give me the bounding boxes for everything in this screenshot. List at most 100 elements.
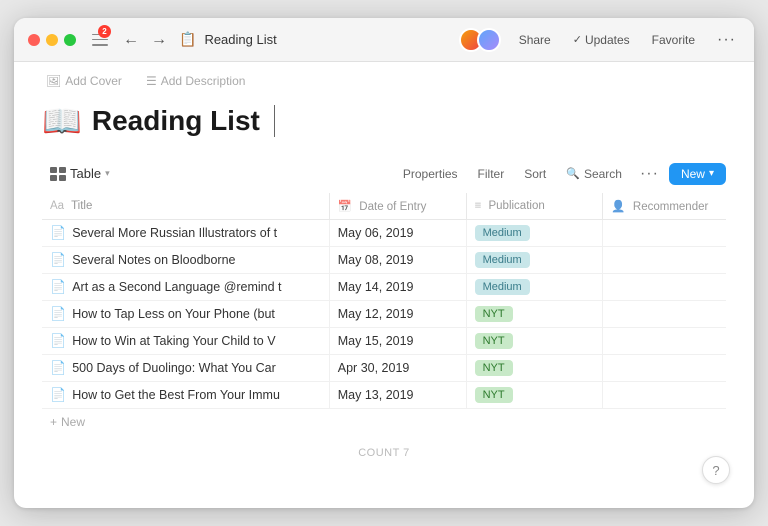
add-description-label: Add Description (161, 74, 246, 88)
view-selector-button[interactable]: Table ▾ (42, 162, 118, 185)
count-label: COUNT (358, 447, 399, 459)
close-button[interactable] (28, 34, 40, 46)
window-title: Reading List (204, 32, 276, 47)
updates-button[interactable]: ✓ Updates (569, 31, 634, 49)
add-cover-button[interactable]: 🖼 Add Cover (42, 72, 126, 90)
col-header-title: Aa Title (42, 193, 329, 220)
document-icon: 📄 (50, 279, 66, 295)
table-header-row: Aa Title 📅 Date of Entry ≡ Publication (42, 193, 726, 220)
cell-title: 📄 Several Notes on Bloodborne (42, 247, 329, 274)
document-icon: 📄 (50, 306, 66, 322)
publication-badge: Medium (475, 225, 530, 241)
table-icon (50, 167, 66, 181)
chevron-down-icon: ▾ (105, 168, 110, 179)
date-value: May 06, 2019 (338, 226, 414, 240)
document-icon: 📄 (50, 387, 66, 403)
title-value: How to Tap Less on Your Phone (but (72, 307, 275, 321)
toolbar-right: Properties Filter Sort 🔍 Search ··· New (395, 163, 726, 185)
add-meta-bar: 🖼 Add Cover ☰ Add Description (42, 62, 726, 94)
title-value: How to Win at Taking Your Child to V (72, 334, 275, 348)
more-views-button[interactable]: ··· (634, 163, 665, 185)
table-row[interactable]: 📄 Several More Russian Illustrators of t… (42, 220, 726, 247)
date-value: Apr 30, 2019 (338, 361, 410, 375)
publication-badge: NYT (475, 333, 513, 349)
question-mark-icon: ? (712, 463, 719, 478)
publication-badge: NYT (475, 360, 513, 376)
cell-recommender (603, 274, 726, 301)
cell-recommender (603, 247, 726, 274)
table-row[interactable]: 📄 Art as a Second Language @remind t May… (42, 274, 726, 301)
cell-date: May 12, 2019 (329, 301, 466, 328)
cell-date: May 08, 2019 (329, 247, 466, 274)
cell-date: May 15, 2019 (329, 328, 466, 355)
cell-publication: NYT (466, 355, 603, 382)
more-options-button[interactable]: ··· (713, 29, 740, 51)
cell-title: 📄 500 Days of Duolingo: What You Car (42, 355, 329, 382)
cell-recommender (603, 220, 726, 247)
search-button[interactable]: 🔍 Search (558, 163, 630, 185)
table-row[interactable]: 📄 500 Days of Duolingo: What You Car Apr… (42, 355, 726, 382)
add-new-row-button[interactable]: + New (42, 409, 726, 435)
maximize-button[interactable] (64, 34, 76, 46)
title-value: Art as a Second Language @remind t (72, 280, 281, 294)
view-selector-label: Table (70, 166, 101, 181)
favorite-button[interactable]: Favorite (648, 31, 699, 49)
image-icon: 🖼 (46, 74, 61, 88)
page-emoji: 📖 (42, 102, 82, 140)
cell-recommender (603, 328, 726, 355)
cell-date: May 13, 2019 (329, 382, 466, 409)
window-title-icon: 📋 (179, 31, 196, 48)
date-value: May 12, 2019 (338, 307, 414, 321)
add-description-button[interactable]: ☰ Add Description (142, 72, 249, 90)
avatar-group (459, 28, 501, 52)
publication-badge: Medium (475, 252, 530, 268)
col-header-publication: ≡ Publication (466, 193, 603, 220)
page-title-area: 📖 Reading List (42, 94, 726, 158)
table-row[interactable]: 📄 Several Notes on Bloodborne May 08, 20… (42, 247, 726, 274)
cell-date: Apr 30, 2019 (329, 355, 466, 382)
updates-label: Updates (585, 33, 630, 47)
sort-label: Sort (524, 167, 546, 181)
cell-publication: Medium (466, 247, 603, 274)
help-button[interactable]: ? (702, 456, 730, 484)
col-header-date: 📅 Date of Entry (329, 193, 466, 220)
sort-button[interactable]: Sort (516, 163, 554, 185)
title-value: Several Notes on Bloodborne (72, 253, 235, 267)
share-label: Share (519, 33, 551, 47)
cell-date: May 06, 2019 (329, 220, 466, 247)
minimize-button[interactable] (46, 34, 58, 46)
text-icon: ☰ (146, 74, 157, 88)
cell-title: 📄 How to Tap Less on Your Phone (but (42, 301, 329, 328)
cell-title: 📄 Art as a Second Language @remind t (42, 274, 329, 301)
cell-publication: NYT (466, 301, 603, 328)
notification-badge: 2 (98, 25, 111, 38)
database-table: Aa Title 📅 Date of Entry ≡ Publication (42, 193, 726, 409)
document-icon: 📄 (50, 333, 66, 349)
title-icon: Aa (50, 200, 64, 212)
share-button[interactable]: Share (515, 31, 555, 49)
view-toolbar: Table ▾ Properties Filter Sort 🔍 (42, 158, 726, 193)
title-value: How to Get the Best From Your Immu (72, 388, 280, 402)
filter-button[interactable]: Filter (470, 163, 513, 185)
page-title: Reading List (92, 105, 260, 137)
add-cover-label: Add Cover (65, 74, 122, 88)
table-row[interactable]: 📄 How to Win at Taking Your Child to V M… (42, 328, 726, 355)
properties-button[interactable]: Properties (395, 163, 466, 185)
page-content: 🖼 Add Cover ☰ Add Description 📖 Reading … (14, 62, 754, 508)
back-button[interactable]: ← (119, 29, 143, 51)
cell-recommender (603, 355, 726, 382)
date-value: May 15, 2019 (338, 334, 414, 348)
document-icon: 📄 (50, 225, 66, 241)
forward-button[interactable]: → (147, 29, 171, 51)
table-row[interactable]: 📄 How to Get the Best From Your Immu May… (42, 382, 726, 409)
search-icon: 🔍 (566, 167, 580, 180)
count-bar: COUNT 7 (42, 435, 726, 463)
cell-publication: NYT (466, 382, 603, 409)
nav-buttons: 2 ← → (92, 29, 171, 51)
table-row[interactable]: 📄 How to Tap Less on Your Phone (but May… (42, 301, 726, 328)
cell-publication: Medium (466, 220, 603, 247)
add-new-label: New (61, 415, 85, 429)
date-value: May 14, 2019 (338, 280, 414, 294)
cell-recommender (603, 382, 726, 409)
new-record-button[interactable]: New ▾ (669, 163, 726, 185)
